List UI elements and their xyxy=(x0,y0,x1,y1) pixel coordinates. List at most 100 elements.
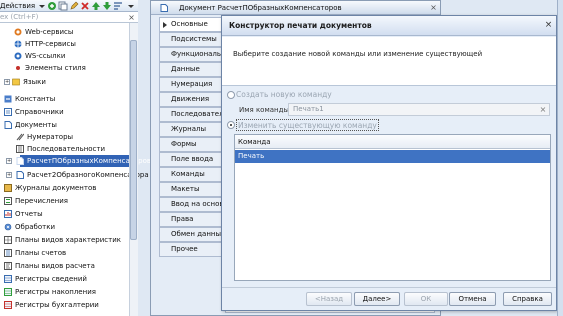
tab-journals[interactable]: Журналы xyxy=(159,122,225,137)
window-edge xyxy=(557,0,563,316)
tree-item-label: Языки xyxy=(23,78,46,86)
tab-sequences[interactable]: Последовательности xyxy=(159,107,225,122)
calculation-types-icon xyxy=(4,262,12,270)
tree-item-label: Элементы стиля xyxy=(25,64,86,72)
tree-item-label: Обработки xyxy=(15,223,56,231)
command-name-field[interactable]: Печать1 × xyxy=(288,103,550,116)
tab-input-field[interactable]: Поле ввода xyxy=(159,152,225,167)
tab-label: Основные xyxy=(171,20,208,28)
tree-item-label: Регистры бухгалтерии xyxy=(15,301,99,309)
enum-icon xyxy=(4,197,12,205)
tab-label: Журналы xyxy=(171,125,206,133)
dialog-title: Конструктор печати документов xyxy=(229,21,372,30)
radio-create-new-command[interactable] xyxy=(227,91,235,99)
radio-edit-existing-command[interactable] xyxy=(227,121,235,129)
commands-table[interactable]: Команда Печать xyxy=(234,134,551,281)
actions-menu-button[interactable]: Действия xyxy=(0,0,35,12)
tree-item-label: Журналы документов xyxy=(15,184,97,192)
radio-edit-existing-label[interactable]: Изменить существующую команду xyxy=(236,119,379,131)
ws-link-icon xyxy=(14,52,22,60)
tab-other[interactable]: Прочее xyxy=(159,242,225,257)
tab-label: Движения xyxy=(171,95,210,103)
table-row[interactable]: Печать xyxy=(235,150,550,163)
delete-icon[interactable] xyxy=(80,1,90,11)
sort-icon[interactable] xyxy=(113,1,123,11)
tab-label: Ввод на основании xyxy=(171,200,224,208)
tree-item-label: Последовательности xyxy=(27,145,106,153)
copy-icon[interactable] xyxy=(58,1,68,11)
document-icon xyxy=(4,121,12,129)
tab-forms[interactable]: Формы xyxy=(159,137,225,152)
accounting-register-icon xyxy=(4,301,12,309)
help-button[interactable]: Справка xyxy=(503,292,552,306)
edit-icon[interactable] xyxy=(69,1,79,11)
tab-subsystems[interactable]: Подсистемы xyxy=(159,32,225,47)
tab-rights[interactable]: Права xyxy=(159,212,225,227)
tab-data[interactable]: Данные xyxy=(159,62,225,77)
tab-input-on-basis[interactable]: Ввод на основании xyxy=(159,197,225,212)
tree-item-label: Планы видов расчета xyxy=(15,262,95,270)
dropdown-arrow-icon[interactable] xyxy=(37,1,47,11)
document-icon xyxy=(16,171,24,179)
table-header: Команда xyxy=(235,135,550,149)
tab-label: Последовательности xyxy=(171,110,224,118)
chart-of-accounts-icon xyxy=(4,249,12,257)
tab-label: Подсистемы xyxy=(171,35,217,43)
tab-label: Обмен данными xyxy=(171,230,225,238)
tree-search-input[interactable]: ex (Ctrl+F) × xyxy=(0,12,138,23)
tab-label: Макеты xyxy=(171,185,200,193)
tab-functional-options[interactable]: Функциональные опции xyxy=(159,47,225,62)
next-button[interactable]: Далее> xyxy=(354,292,400,306)
back-button[interactable]: <Назад xyxy=(306,292,352,306)
tree-item-label: Отчеты xyxy=(15,210,43,218)
expand-toggle-icon[interactable]: + xyxy=(6,158,12,164)
document-icon xyxy=(16,157,24,165)
column-header-command[interactable]: Команда xyxy=(238,135,271,149)
tab-label: Функциональные опции xyxy=(171,50,224,58)
information-register-icon xyxy=(4,275,12,283)
table-cell-command: Печать xyxy=(238,152,265,160)
processor-icon xyxy=(4,223,12,231)
ok-button[interactable]: ОК xyxy=(404,292,448,306)
configuration-tree-panel: Действия ex (Ctrl+F) × Web-сервисы HTTP-… xyxy=(0,0,151,316)
sequence-icon xyxy=(16,145,24,153)
tab-label: Данные xyxy=(171,65,200,73)
tab-numbering[interactable]: Нумерация xyxy=(159,77,225,92)
journal-icon xyxy=(4,184,12,192)
command-name-value: Печать1 xyxy=(293,105,324,113)
tree-item-label: Нумераторы xyxy=(27,133,74,141)
tree-item-label: Планы видов характеристик xyxy=(15,236,121,244)
tab-commands[interactable]: Команды xyxy=(159,167,225,182)
add-icon[interactable] xyxy=(47,1,57,11)
tab-basic[interactable]: Основные xyxy=(159,17,225,32)
document-window-titlebar: Документ РасчетПОбразныхКомпенсаторов × xyxy=(151,1,440,15)
expand-toggle-icon[interactable]: + xyxy=(6,172,12,178)
tree-item-label: Web-сервисы xyxy=(25,28,74,36)
more-actions-icon[interactable] xyxy=(126,1,136,11)
cancel-button[interactable]: Отмена xyxy=(449,292,496,306)
move-down-icon[interactable] xyxy=(102,1,112,11)
tree-item-label: Константы xyxy=(15,95,56,103)
radio-create-new-label[interactable]: Создать новую команду xyxy=(236,89,332,101)
search-clear-icon[interactable]: × xyxy=(127,13,136,22)
dialog-instruction: Выберите создание новой команды или изме… xyxy=(233,50,483,58)
tab-label: Поле ввода xyxy=(171,155,214,163)
print-constructor-dialog: Конструктор печати документов × Выберите… xyxy=(221,15,557,311)
tab-label: Команды xyxy=(171,170,205,178)
tab-label: Прочее xyxy=(171,245,198,253)
tab-movements[interactable]: Движения xyxy=(159,92,225,107)
document-window-title: Документ РасчетПОбразныхКомпенсаторов xyxy=(179,4,342,12)
tree-item-label: Перечисления xyxy=(15,197,68,205)
tab-label: Нумерация xyxy=(171,80,213,88)
move-up-icon[interactable] xyxy=(91,1,101,11)
tree-item-label: HTTP-сервисы xyxy=(25,40,76,48)
close-icon[interactable]: × xyxy=(428,2,439,13)
tree-scrollbar-thumb[interactable] xyxy=(130,40,137,240)
close-icon[interactable]: × xyxy=(543,20,554,31)
tab-label: Права xyxy=(171,215,194,223)
clear-field-icon[interactable]: × xyxy=(538,104,548,115)
expand-toggle-icon[interactable]: + xyxy=(4,79,10,85)
tab-templates[interactable]: Макеты xyxy=(159,182,225,197)
tab-data-exchange[interactable]: Обмен данными xyxy=(159,227,225,242)
tree-toolbar: Действия xyxy=(0,0,138,12)
